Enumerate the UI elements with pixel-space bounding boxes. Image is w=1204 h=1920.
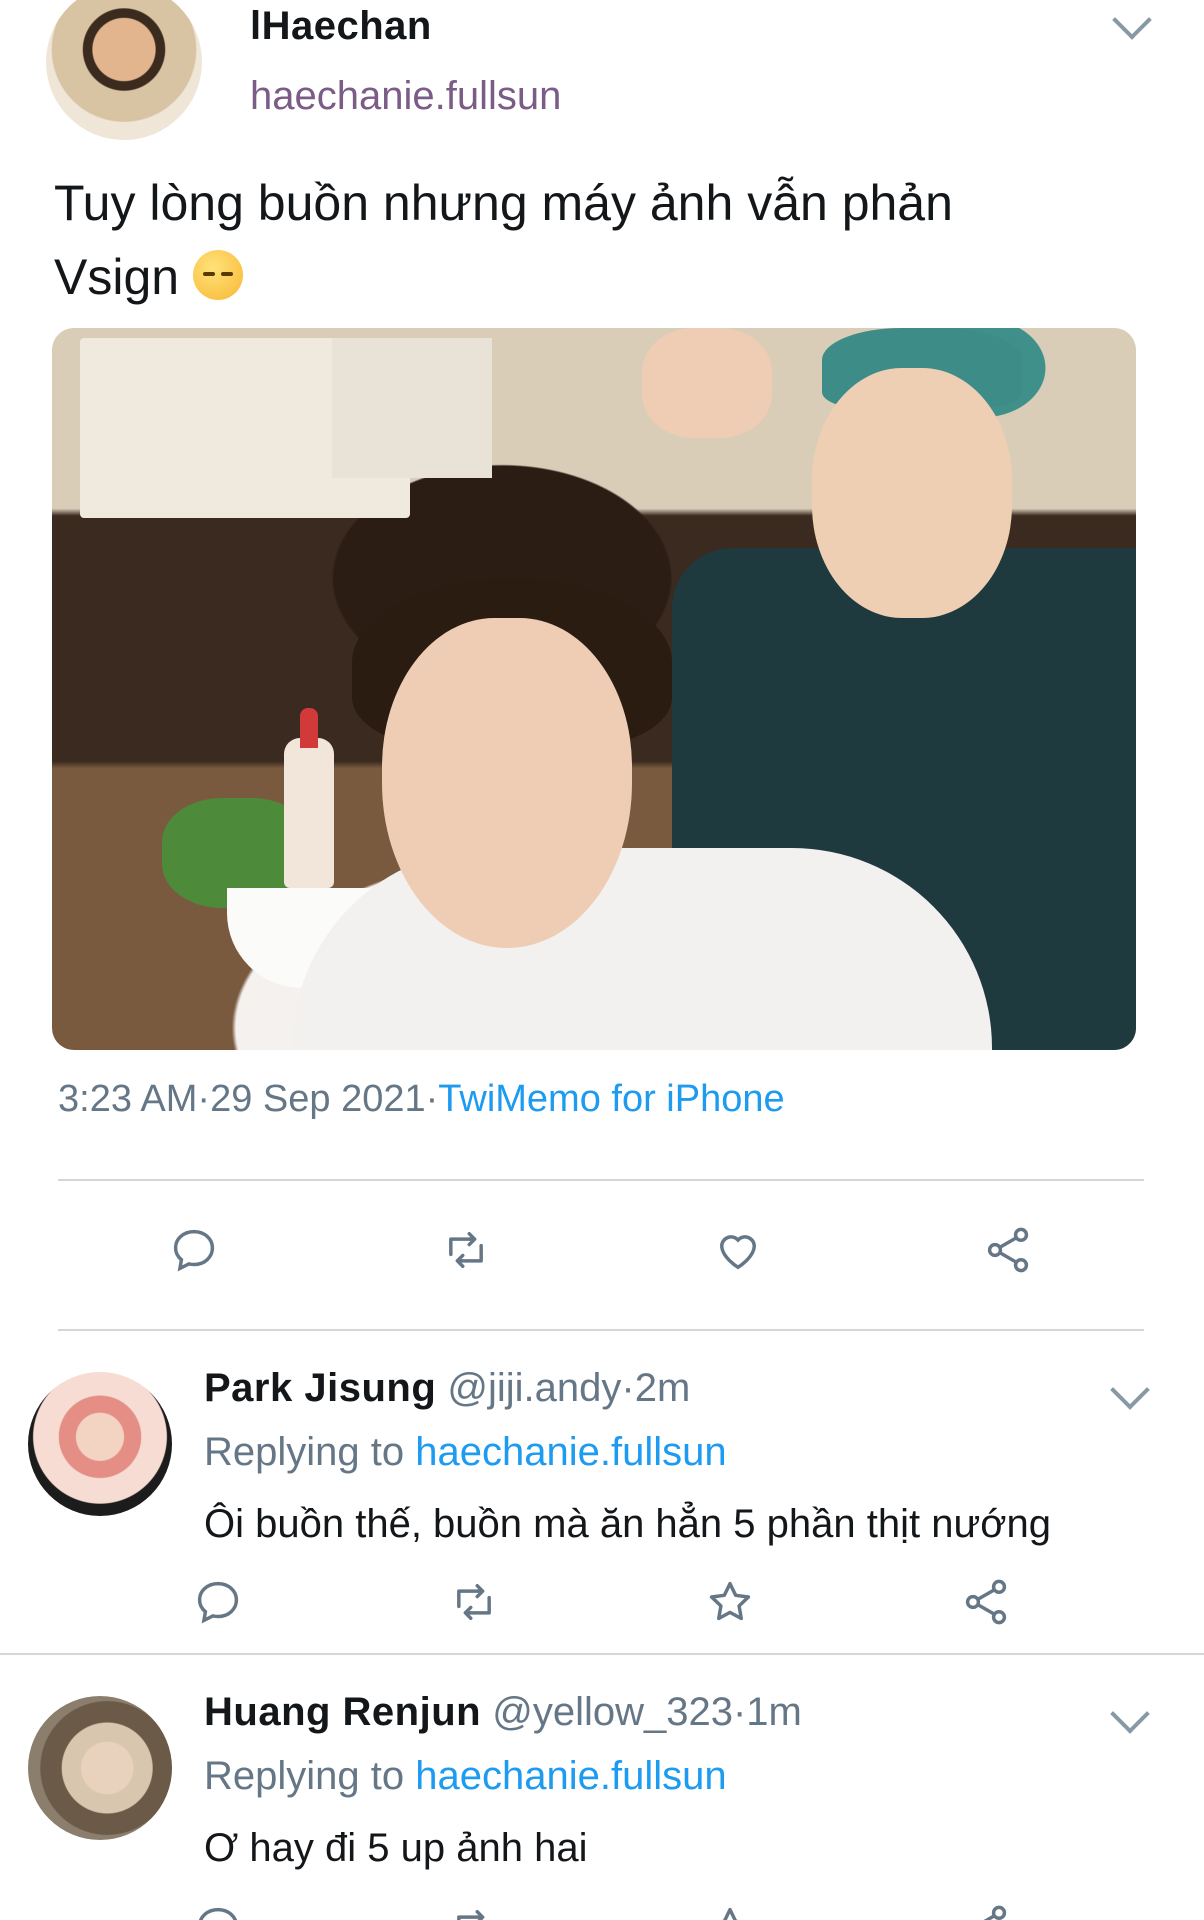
replying-to-link[interactable]: haechanie.fullsun <box>415 1754 726 1798</box>
tweet-time: 3:23 AM <box>58 1078 198 1120</box>
reply-time: ·1m <box>732 1690 802 1734</box>
tweet-source-link[interactable]: TwiMemo for iPhone <box>438 1078 784 1120</box>
reply-icon[interactable] <box>190 1574 246 1630</box>
reply-text: Ơ hay đi 5 up ảnh hai <box>204 1826 588 1870</box>
retweet-icon[interactable] <box>446 1900 502 1920</box>
reply-handle[interactable]: @jiji.andy <box>447 1366 621 1410</box>
share-icon[interactable] <box>958 1574 1014 1630</box>
star-icon[interactable] <box>702 1900 758 1920</box>
author-handle[interactable]: haechanie.fullsun <box>250 74 561 119</box>
tweet-meta: 3:23 AM·29 Sep 2021·TwiMemo for iPhone <box>58 1078 785 1120</box>
reply-avatar[interactable] <box>28 1372 172 1516</box>
share-icon[interactable] <box>958 1900 1014 1920</box>
chevron-down-icon[interactable] <box>1110 1370 1150 1410</box>
heart-icon[interactable] <box>710 1222 766 1278</box>
reply-header: Park Jisung @jiji.andy·2m <box>204 1366 690 1411</box>
tweet-text-line-2: Vsign <box>54 240 1054 314</box>
divider <box>58 1329 1144 1331</box>
reply-icon[interactable] <box>190 1900 246 1920</box>
replying-to-link[interactable]: haechanie.fullsun <box>415 1430 726 1474</box>
reply-handle[interactable]: @yellow_323 <box>492 1690 733 1734</box>
star-icon[interactable] <box>702 1574 758 1630</box>
divider <box>0 1653 1204 1655</box>
author-display-name[interactable]: lHaechan <box>250 4 432 49</box>
pensive-face-emoji-icon <box>192 250 243 300</box>
reply-text: Ôi buồn thế, buồn mà ăn hẳn 5 phần thịt … <box>204 1502 1051 1546</box>
reply-icon[interactable] <box>166 1222 222 1278</box>
author-avatar[interactable] <box>46 0 202 140</box>
chevron-down-icon[interactable] <box>1110 1694 1150 1734</box>
retweet-icon[interactable] <box>438 1222 494 1278</box>
tweet-date: 29 Sep 2021 <box>210 1078 426 1120</box>
chevron-down-icon[interactable] <box>1112 0 1152 40</box>
replying-to-line: Replying to haechanie.fullsun <box>204 1754 727 1798</box>
replying-to-line: Replying to haechanie.fullsun <box>204 1430 727 1474</box>
reply-header: Huang Renjun @yellow_323·1m <box>204 1690 802 1735</box>
reply-display-name[interactable]: Park Jisung <box>204 1366 436 1410</box>
retweet-icon[interactable] <box>446 1574 502 1630</box>
tweet-text-line-1: Tuy lòng buồn nhưng máy ảnh vẫn phản <box>54 175 953 231</box>
reply-avatar[interactable] <box>28 1696 172 1840</box>
reply-time: ·2m <box>621 1366 691 1410</box>
divider <box>58 1179 1144 1181</box>
tweet-text: Tuy lòng buồn nhưng máy ảnh vẫn phản Vsi… <box>54 166 1054 314</box>
tweet-text-line-2-text: Vsign <box>54 249 180 305</box>
share-icon[interactable] <box>980 1222 1036 1278</box>
tweet-photo[interactable] <box>52 328 1136 1050</box>
reply-display-name[interactable]: Huang Renjun <box>204 1690 481 1734</box>
